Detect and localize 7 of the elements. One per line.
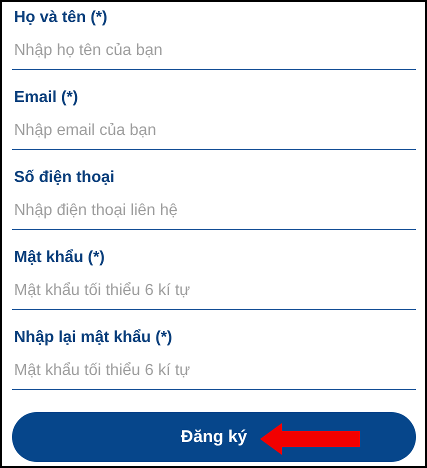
register-button[interactable]: Đăng ký xyxy=(12,412,416,462)
field-label: Số điện thoại xyxy=(14,168,116,188)
field-label: Họ và tên (*) xyxy=(14,8,108,28)
field-label: Email (*) xyxy=(14,88,80,108)
arrow-icon xyxy=(260,423,360,455)
field-label: Nhập lại mật khẩu (*) xyxy=(14,328,174,348)
field-label: Mật khẩu (*) xyxy=(14,248,106,268)
